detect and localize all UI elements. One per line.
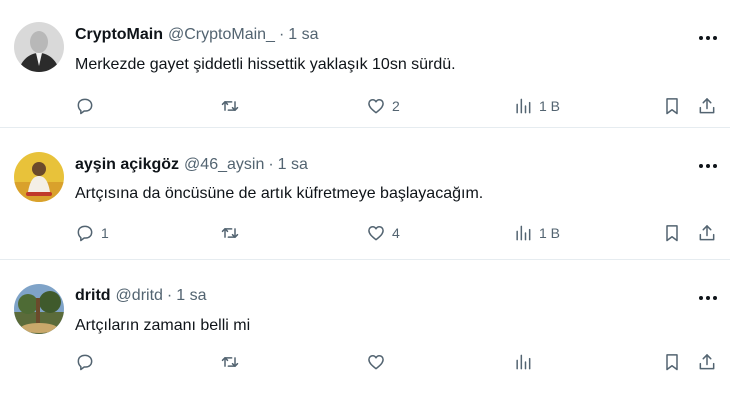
bookmark-button[interactable] — [662, 94, 682, 118]
separator-dot: · — [278, 26, 285, 43]
retweet-button[interactable] — [220, 221, 246, 245]
author-name[interactable]: dritd — [75, 287, 111, 304]
reply-button[interactable]: 1 — [75, 221, 109, 245]
avatar[interactable] — [14, 284, 64, 334]
retweet-button[interactable] — [220, 350, 246, 374]
separator-dot: · — [268, 156, 274, 173]
like-count: 2 — [392, 98, 400, 114]
retweet-button[interactable] — [220, 94, 246, 118]
reply-icon — [77, 225, 93, 242]
more-dots-icon[interactable] — [696, 156, 720, 176]
tweet-header: ayşin açikgöz @46_aysin · 1 sa — [75, 156, 308, 174]
bookmark-icon — [666, 354, 678, 371]
author-handle[interactable]: @46_aysin — [184, 156, 264, 173]
views-count: 1 B — [539, 225, 561, 241]
heart-icon — [368, 355, 384, 370]
tweet-text: Artçıların zamanı belli mi — [75, 317, 251, 334]
avatar[interactable] — [14, 152, 64, 202]
tweet-header: dritd @dritd · 1 sa — [75, 287, 207, 305]
tweet-header: CryptoMain @CryptoMain_ · 1 sa — [75, 26, 319, 44]
retweet-icon — [221, 357, 239, 367]
action-bar — [0, 350, 730, 374]
timestamp[interactable]: 1 sa — [288, 26, 318, 43]
views-bar-chart-icon — [516, 98, 531, 114]
tweet-reply[interactable]: ayşin açikgöz @46_aysin · 1 sa Artçısına da… — [0, 128, 730, 260]
action-bar: 1 4 1 B — [0, 221, 730, 245]
author-handle[interactable]: @CryptoMain_ — [168, 26, 275, 43]
reply-count: 1 — [101, 225, 109, 241]
like-button[interactable] — [366, 350, 392, 374]
tweet-text: Merkezde gayet şiddetli hissettik yaklaş… — [75, 56, 456, 73]
views-button[interactable] — [513, 350, 539, 374]
reply-button[interactable] — [75, 350, 101, 374]
share-button[interactable] — [697, 350, 717, 374]
separator-dot: · — [166, 287, 173, 304]
bookmark-icon — [666, 225, 678, 242]
like-button[interactable]: 2 — [366, 94, 400, 118]
retweet-icon — [221, 228, 239, 238]
reply-button[interactable] — [75, 94, 101, 118]
timestamp[interactable]: 1 sa — [176, 287, 206, 304]
views-button[interactable]: 1 B — [513, 94, 560, 118]
like-count: 4 — [392, 225, 400, 241]
share-button[interactable] — [697, 221, 717, 245]
author-name[interactable]: ayşin açikgöz — [75, 156, 179, 173]
action-bar: 2 1 B — [0, 94, 730, 118]
bookmark-button[interactable] — [662, 350, 682, 374]
views-button[interactable]: 1 B — [513, 221, 560, 245]
views-count: 1 B — [539, 98, 561, 114]
heart-icon — [368, 226, 384, 241]
like-button[interactable]: 4 — [366, 221, 400, 245]
author-name[interactable]: CryptoMain — [75, 26, 163, 43]
more-dots-icon[interactable] — [696, 28, 720, 48]
tweet-reply[interactable]: CryptoMain @CryptoMain_ · 1 sa Merkezde gay… — [0, 0, 730, 128]
avatar[interactable] — [14, 22, 64, 72]
share-icon — [699, 225, 715, 241]
more-dots-icon[interactable] — [696, 288, 720, 308]
share-icon — [699, 354, 715, 370]
tweet-reply[interactable]: dritd @dritd · 1 sa Artçıların zamanı belli… — [0, 260, 730, 420]
views-bar-chart-icon — [516, 354, 531, 370]
retweet-icon — [221, 101, 239, 111]
author-handle[interactable]: @dritd — [116, 287, 163, 304]
share-button[interactable] — [697, 94, 717, 118]
bookmark-icon — [666, 98, 678, 115]
reply-icon — [77, 98, 93, 115]
reply-icon — [77, 354, 93, 371]
tweet-text: Artçısına da öncüsüne de artık küfretmey… — [75, 185, 484, 202]
bookmark-button[interactable] — [662, 221, 682, 245]
heart-icon — [368, 99, 384, 114]
timestamp[interactable]: 1 sa — [278, 156, 308, 173]
views-bar-chart-icon — [516, 225, 531, 241]
share-icon — [699, 98, 715, 114]
